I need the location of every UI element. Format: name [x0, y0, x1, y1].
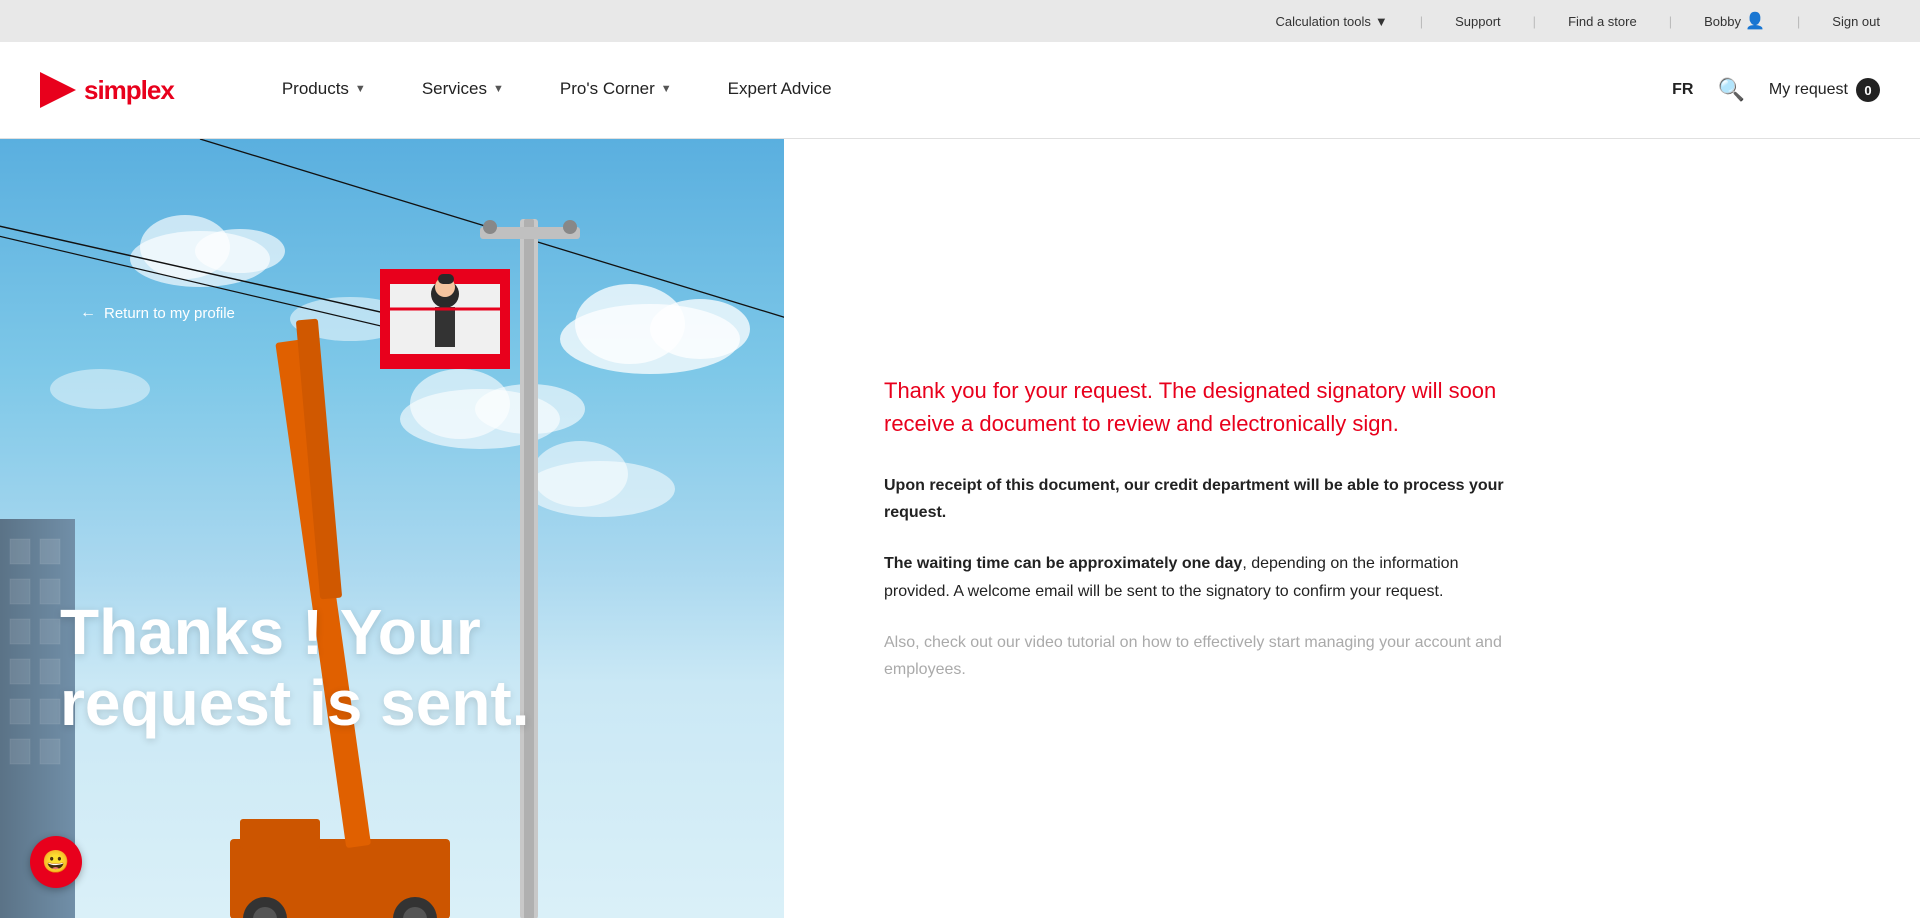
return-link-label: Return to my profile	[104, 305, 235, 322]
content-area: ← Return to my profile Thanks ! Your req…	[0, 139, 1920, 918]
pros-corner-label: Pro's Corner	[560, 79, 655, 99]
pros-corner-chevron-icon: ▼	[661, 83, 672, 95]
nav-services[interactable]: Services ▼	[394, 42, 532, 139]
sign-out-link[interactable]: Sign out	[1832, 14, 1880, 29]
info-para-1-text: Upon receipt of this document, our credi…	[884, 477, 1504, 521]
divider1: |	[1420, 14, 1423, 29]
info-para-2-bold: The waiting time can be approximately on…	[884, 555, 1242, 572]
user-name-label: Bobby	[1704, 14, 1741, 29]
logo-icon	[40, 72, 76, 108]
services-label: Services	[422, 79, 487, 99]
chevron-down-icon: ▼	[1375, 14, 1388, 29]
search-icon[interactable]: 🔍	[1717, 77, 1744, 103]
info-block: Upon receipt of this document, our credi…	[884, 472, 1524, 683]
chat-widget[interactable]: 😀	[30, 836, 82, 888]
nav-items: Products ▼ Services ▼ Pro's Corner ▼ Exp…	[254, 42, 1672, 139]
return-to-profile-link[interactable]: ← Return to my profile	[80, 304, 235, 322]
top-bar: Calculation tools ▼ | Support | Find a s…	[0, 0, 1920, 42]
back-arrow-icon: ←	[80, 304, 96, 322]
nav-products[interactable]: Products ▼	[254, 42, 394, 139]
right-panel: Thank you for your request. The designat…	[784, 139, 1920, 918]
user-icon: 👤	[1745, 11, 1765, 31]
products-label: Products	[282, 79, 349, 99]
support-link[interactable]: Support	[1455, 14, 1501, 29]
calculation-tools-link[interactable]: Calculation tools ▼	[1275, 14, 1387, 29]
divider2: |	[1533, 14, 1536, 29]
thank-you-message: Thank you for your request. The designat…	[884, 374, 1504, 440]
language-toggle[interactable]: FR	[1672, 81, 1693, 99]
main-nav: simplex Products ▼ Services ▼ Pro's Corn…	[0, 42, 1920, 139]
chat-icon: 😀	[42, 849, 69, 875]
info-para-3: Also, check out our video tutorial on ho…	[884, 629, 1524, 683]
info-para-1: Upon receipt of this document, our credi…	[884, 472, 1524, 526]
services-chevron-icon: ▼	[493, 83, 504, 95]
divider4: |	[1797, 14, 1800, 29]
user-name[interactable]: Bobby 👤	[1704, 11, 1765, 31]
expert-advice-label: Expert Advice	[728, 79, 832, 99]
logo[interactable]: simplex	[40, 72, 174, 108]
hero-line2: request is sent.	[60, 668, 530, 738]
hero-heading: Thanks ! Your request is sent.	[60, 597, 530, 738]
my-request-label: My request	[1769, 81, 1848, 99]
divider3: |	[1669, 14, 1672, 29]
calculation-tools-label: Calculation tools	[1275, 14, 1370, 29]
hero-panel: ← Return to my profile Thanks ! Your req…	[0, 139, 784, 918]
clouds-svg	[0, 139, 784, 918]
find-store-link[interactable]: Find a store	[1568, 14, 1637, 29]
my-request-link[interactable]: My request 0	[1769, 78, 1880, 102]
nav-right: FR 🔍 My request 0	[1672, 77, 1880, 103]
nav-pros-corner[interactable]: Pro's Corner ▼	[532, 42, 700, 139]
info-para-2: The waiting time can be approximately on…	[884, 550, 1524, 604]
products-chevron-icon: ▼	[355, 83, 366, 95]
logo-text: simplex	[84, 75, 174, 106]
nav-expert-advice[interactable]: Expert Advice	[700, 42, 860, 139]
hero-line1: Thanks ! Your	[60, 597, 530, 667]
request-count-badge: 0	[1856, 78, 1880, 102]
